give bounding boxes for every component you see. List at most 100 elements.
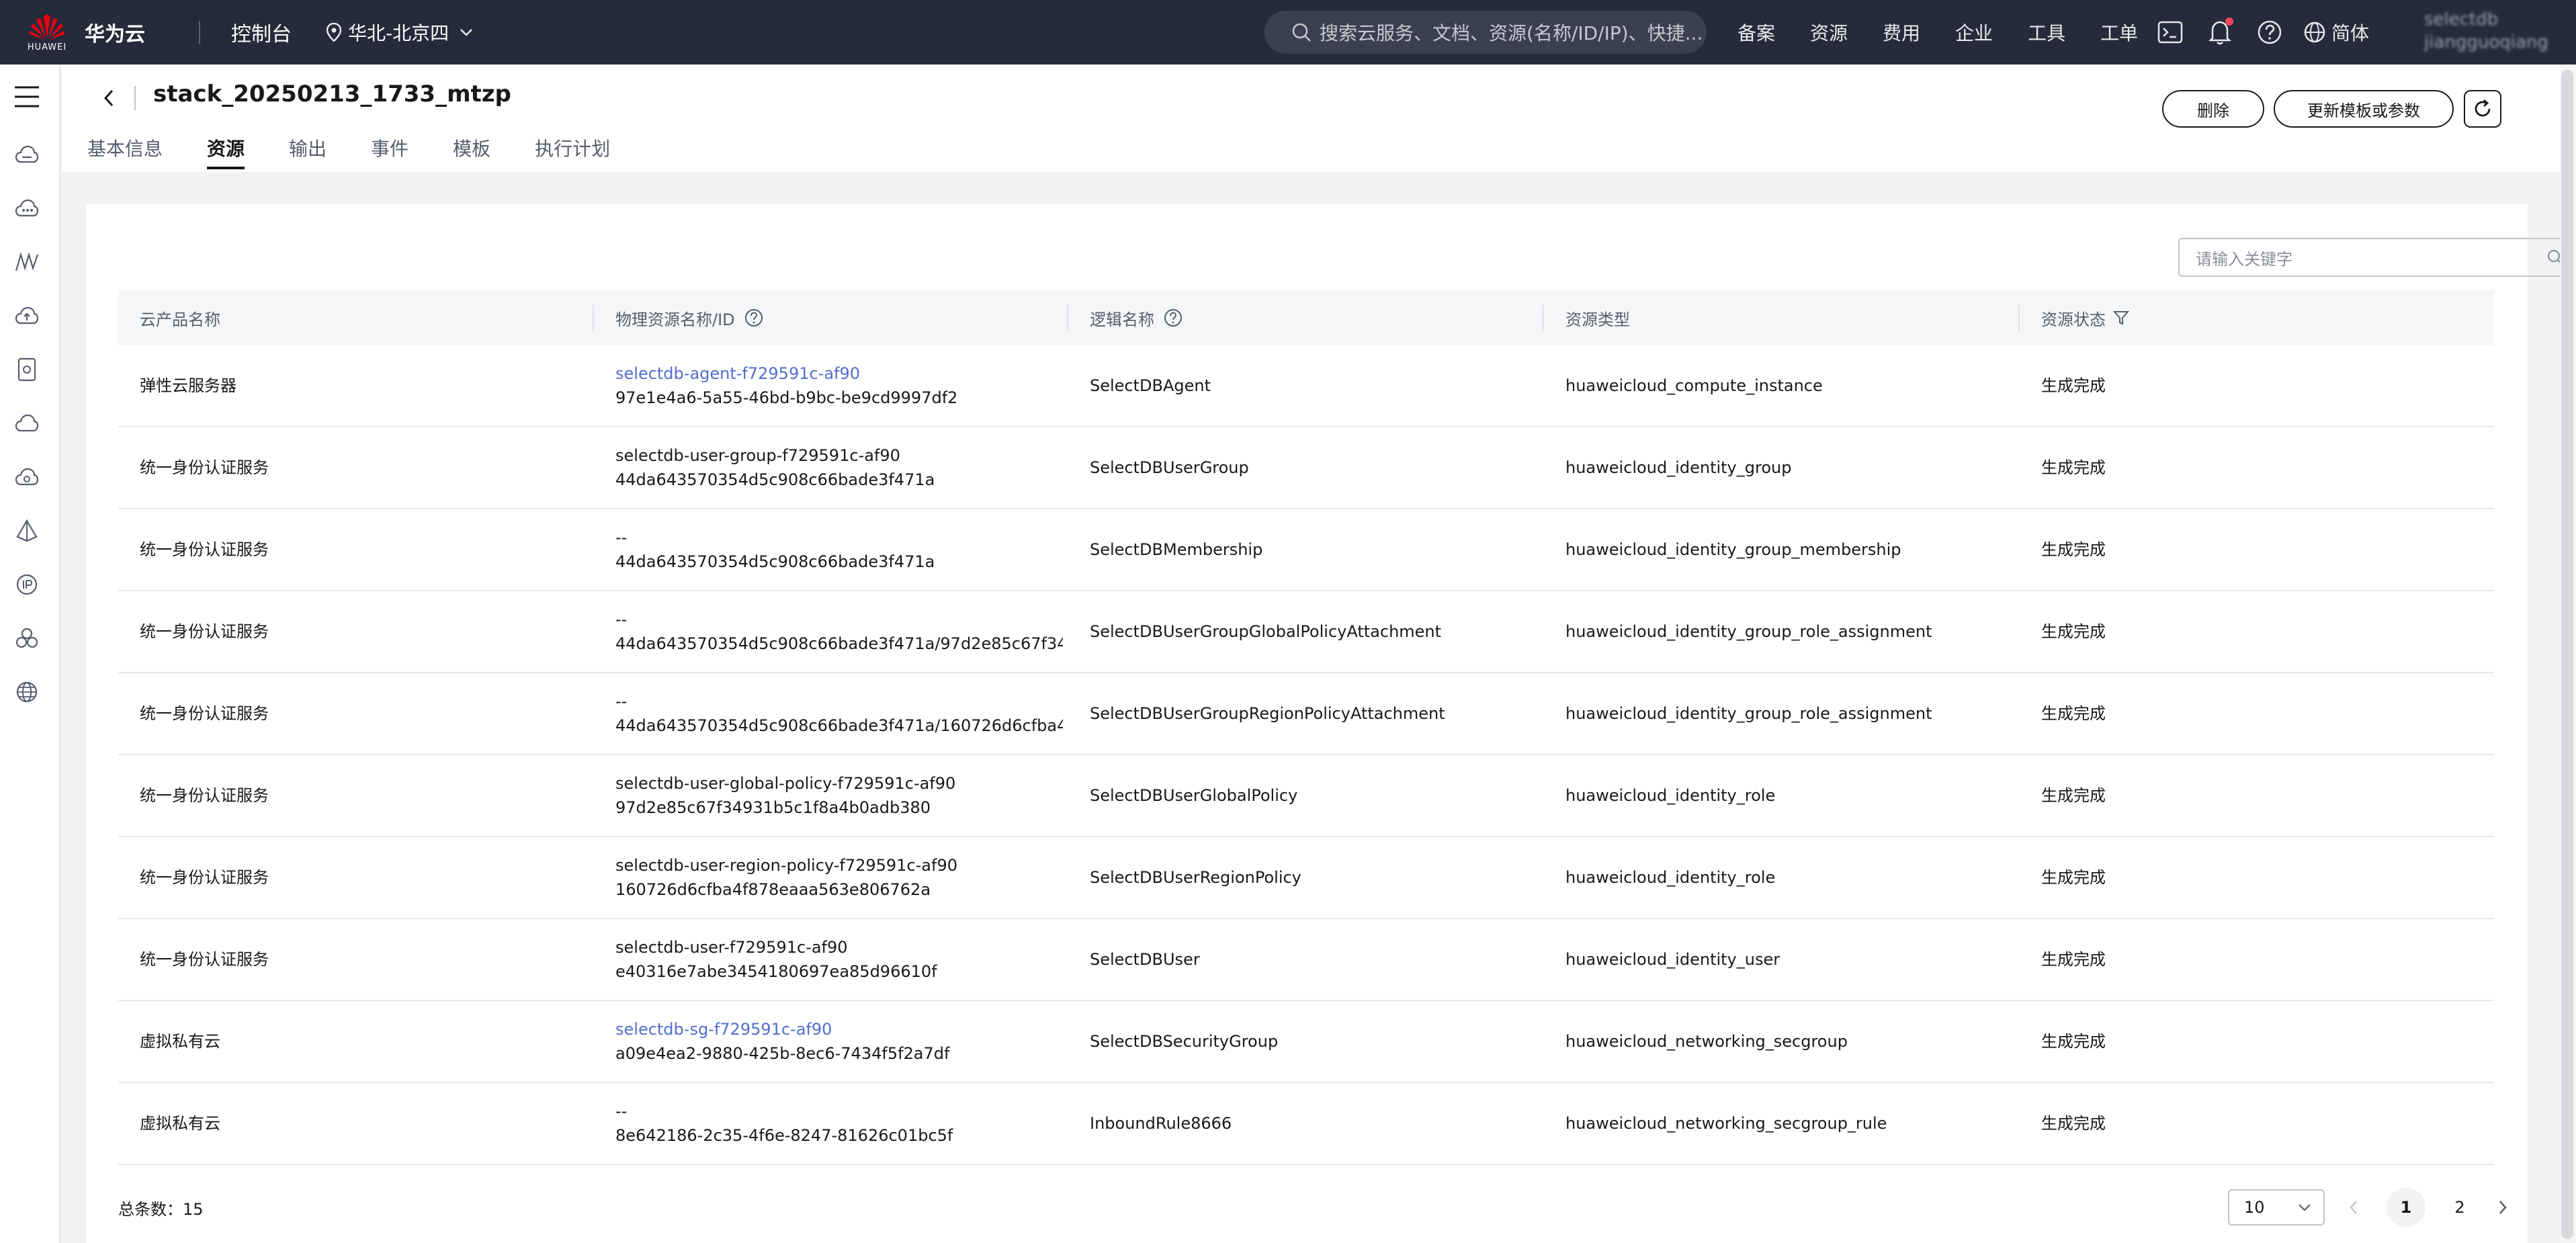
logical-name: SelectDBUser <box>1090 950 1200 969</box>
rail-storage-icon[interactable] <box>13 356 40 383</box>
rail-cloud-upload-icon[interactable] <box>13 302 40 329</box>
cell-resource-status: 生成完成 <box>2041 673 2491 754</box>
resource-id: 44da643570354d5c908c66bade3f471a <box>615 470 935 489</box>
nav-tickets[interactable]: 工单 <box>2100 19 2138 46</box>
update-template-button[interactable]: 更新模板或参数 <box>2274 90 2454 128</box>
cell-resource-type: huaweicloud_identity_group_role_assignme… <box>1565 673 2016 754</box>
next-page-button[interactable] <box>2483 1188 2522 1227</box>
tab-events[interactable]: 事件 <box>371 134 409 169</box>
status-text: 生成完成 <box>2041 540 2106 559</box>
cell-physical-resource: selectdb-user-group-f729591c-af90 44da643… <box>615 427 1063 508</box>
tab-execution-plan[interactable]: 执行计划 <box>535 134 610 169</box>
status-text: 生成完成 <box>2041 868 2106 887</box>
filter-icon[interactable] <box>2112 309 2130 327</box>
rail-cloud-sync-icon[interactable] <box>13 464 40 490</box>
tab-resources[interactable]: 资源 <box>207 134 245 169</box>
resource-type: huaweicloud_networking_secgroup <box>1565 1032 1848 1051</box>
rail-globe-icon[interactable] <box>13 679 40 705</box>
help-button[interactable] <box>2253 16 2286 48</box>
brand[interactable]: HUAWEI 华为云 <box>0 8 181 56</box>
header-resource-status: 资源状态 <box>2041 306 2130 330</box>
help-icon[interactable] <box>744 308 763 327</box>
cell-logical-name: SelectDBMembership <box>1090 509 1540 590</box>
product-name: 统一身份认证服务 <box>140 868 269 887</box>
cell-physical-resource: selectdb-user-global-policy-f729591c-af9… <box>615 755 1063 836</box>
cell-product: 统一身份认证服务 <box>140 919 590 1000</box>
notifications-button[interactable] <box>2204 16 2236 48</box>
terminal-icon <box>2157 21 2183 44</box>
cell-physical-resource: selectdb-user-region-policy-f729591c-af9… <box>615 837 1063 918</box>
resource-type: huaweicloud_identity_group_role_assignme… <box>1565 622 1932 641</box>
cell-resource-status: 生成完成 <box>2041 427 2491 508</box>
user-account[interactable]: selectdb jiangguoqiang <box>2424 8 2548 54</box>
language-switch[interactable]: 简体 <box>2303 19 2369 46</box>
resource-name: selectdb-user-group-f729591c-af90 <box>615 446 900 465</box>
refresh-button[interactable] <box>2464 90 2501 128</box>
resource-id: 8e642186-2c35-4f6e-8247-81626c01bc5f <box>615 1126 953 1145</box>
rail-cloud-database-icon[interactable] <box>13 195 40 222</box>
hamburger-menu-icon[interactable] <box>13 85 40 109</box>
product-name: 统一身份认证服务 <box>140 540 269 559</box>
cell-resource-status: 生成完成 <box>2041 755 2491 836</box>
status-text: 生成完成 <box>2041 950 2106 969</box>
user-name-line1: selectdb <box>2424 9 2499 30</box>
cell-physical-resource: selectdb-agent-f729591c-af90 97e1e4a6-5a5… <box>615 345 1063 426</box>
page-button-1[interactable]: 1 <box>2387 1188 2425 1227</box>
region-selector[interactable]: 华北-北京四 <box>327 19 480 46</box>
back-button[interactable] <box>95 85 122 112</box>
help-icon[interactable] <box>1164 308 1183 327</box>
header-divider <box>1543 305 1544 331</box>
cell-physical-resource: selectdb-user-f729591c-af90 e40316e7abe34… <box>615 919 1063 1000</box>
resource-name-link[interactable]: selectdb-sg-f729591c-af90 <box>615 1017 1063 1041</box>
console-link[interactable]: 控制台 <box>231 17 292 47</box>
table-row: 虚拟私有云 selectdb-sg-f729591c-af90 a09e4ea2-9… <box>118 1001 2494 1083</box>
cell-physical-resource: -- 44da643570354d5c908c66bade3f471a <box>615 509 1063 590</box>
cloud-shell-button[interactable] <box>2154 16 2186 48</box>
cell-logical-name: SelectDBUserGroup <box>1090 427 1540 508</box>
table-row: 统一身份认证服务 -- 44da643570354d5c908c66bade3f47… <box>118 673 2494 755</box>
global-search-input[interactable]: 搜索云服务、文档、资源(名称/ID/IP)、快捷... <box>1264 11 1707 54</box>
help-icon <box>2258 20 2282 44</box>
resource-id: 97e1e4a6-5a55-46bd-b9bc-be9cd9997df2 <box>615 388 958 407</box>
table-body: 弹性云服务器 selectdb-agent-f729591c-af90 97e1e4… <box>118 345 2494 1165</box>
scrollbar-thumb[interactable] <box>2561 70 2573 1239</box>
chevron-down-icon <box>2299 1204 2311 1211</box>
rail-cluster-icon[interactable] <box>13 625 40 652</box>
huawei-logo: HUAWEI <box>27 8 67 56</box>
nav-beian[interactable]: 备案 <box>1737 19 1775 46</box>
cell-resource-type: huaweicloud_identity_role <box>1565 837 2016 918</box>
tab-basic-info[interactable]: 基本信息 <box>87 134 163 169</box>
rail-network-icon[interactable] <box>13 517 40 544</box>
nav-enterprise[interactable]: 企业 <box>1955 19 1993 46</box>
tab-template[interactable]: 模板 <box>453 134 490 169</box>
page-button-2[interactable]: 2 <box>2440 1188 2479 1227</box>
page-size-select[interactable]: 10 <box>2228 1189 2325 1226</box>
nav-billing[interactable]: 费用 <box>1883 19 1920 46</box>
logical-name: SelectDBMembership <box>1090 540 1263 559</box>
resource-name: -- <box>615 610 628 629</box>
resource-name-link[interactable]: selectdb-agent-f729591c-af90 <box>615 361 1063 386</box>
resource-name: -- <box>615 692 628 711</box>
top-icons: 简体 <box>2154 0 2369 65</box>
cell-resource-type: huaweicloud_identity_group_role_assignme… <box>1565 591 2016 672</box>
location-pin-icon <box>327 23 341 42</box>
tab-outputs[interactable]: 输出 <box>289 134 327 169</box>
cell-resource-type: huaweicloud_compute_instance <box>1565 345 2016 426</box>
nav-tools[interactable]: 工具 <box>2028 19 2065 46</box>
chevron-right-icon <box>2499 1201 2507 1214</box>
resource-name: selectdb-user-global-policy-f729591c-af9… <box>615 774 956 793</box>
keyword-filter-input[interactable]: 请输入关键字 <box>2178 238 2576 277</box>
status-text: 生成完成 <box>2041 704 2106 723</box>
rail-cloud-server-icon[interactable] <box>13 141 40 168</box>
refresh-icon <box>2475 99 2491 117</box>
prev-page-button[interactable] <box>2334 1188 2373 1227</box>
delete-button[interactable]: 删除 <box>2162 90 2264 128</box>
product-name: 虚拟私有云 <box>140 1032 220 1051</box>
rail-cloud-icon[interactable] <box>13 410 40 437</box>
rail-monitor-icon[interactable] <box>13 249 40 275</box>
rail-eip-icon[interactable] <box>13 571 40 598</box>
resource-id: 160726d6cfba4f878eaaa563e806762a <box>615 880 931 899</box>
resource-type: huaweicloud_networking_secgroup_rule <box>1565 1114 1887 1133</box>
nav-resources[interactable]: 资源 <box>1810 19 1848 46</box>
cell-resource-status: 生成完成 <box>2041 345 2491 426</box>
